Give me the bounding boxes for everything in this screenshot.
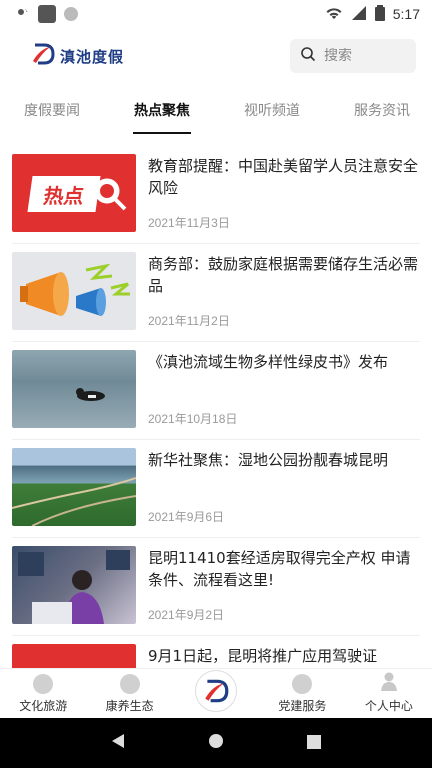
news-date: 2021年9月6日 (148, 510, 225, 524)
news-title: 新华社聚焦：湿地公园扮靓春城昆明 (148, 451, 389, 469)
nav-label: 康养生态 (105, 699, 154, 713)
settings-icon (12, 3, 30, 26)
logo-text: 滇池度假 (60, 47, 125, 66)
app-notification-icon (38, 5, 56, 23)
category-tabs: 度假要闻 热点聚焦 视听频道 服务资讯 (0, 90, 432, 136)
nav-home[interactable] (173, 670, 259, 718)
home-logo-icon (195, 670, 238, 712)
news-thumbnail (12, 350, 136, 428)
health-ecology-icon (119, 674, 140, 694)
person-icon (379, 671, 399, 694)
news-title: 商务部：鼓励家庭根据需要储存生活必需品 (148, 255, 419, 295)
news-date: 2021年10月18日 (148, 412, 238, 426)
news-item[interactable]: 新华社聚焦：湿地公园扮靓春城昆明 2021年9月6日 (12, 440, 420, 538)
news-item[interactable]: 9月1日起，昆明将推广应用驾驶证 (12, 636, 420, 668)
search-input[interactable] (324, 48, 404, 64)
home-icon[interactable] (208, 733, 224, 753)
party-service-icon (292, 674, 313, 694)
status-time: 5:17 (392, 6, 420, 22)
bird-icon (74, 386, 108, 406)
news-thumbnail (12, 448, 136, 526)
nav-culture-tourism[interactable]: 文化旅游 (0, 674, 86, 718)
news-list: 热点 教育部提醒：中国赴美留学人员注意安全风险 2021年11月3日 商务部：鼓… (0, 146, 432, 668)
nav-personal-center[interactable]: 个人中心 (346, 671, 432, 718)
app-header: 滇池度假 (0, 28, 432, 84)
notification-dot-icon (64, 7, 78, 21)
tab-video-channel[interactable]: 视听频道 (244, 90, 300, 136)
wifi-icon (325, 5, 343, 24)
nav-label: 个人中心 (364, 699, 413, 713)
megaphone-icon (16, 263, 132, 328)
status-bar: 5:17 (0, 0, 432, 28)
battery-icon (374, 4, 385, 24)
news-item[interactable]: 《滇池流域生物多样性绿皮书》发布 2021年10月18日 (12, 342, 420, 440)
hot-label: 热点 (27, 176, 101, 212)
back-icon[interactable] (111, 733, 125, 753)
culture-tourism-icon (33, 674, 54, 694)
system-nav-bar (0, 718, 432, 768)
search-icon (300, 46, 316, 66)
logo-icon (30, 41, 56, 71)
news-date: 2021年11月2日 (148, 314, 230, 328)
news-title: 昆明11410套经适房取得完全产权 申请条件、流程看这里! (148, 549, 411, 589)
nav-party-service[interactable]: 党建服务 (259, 674, 345, 718)
nav-label: 党建服务 (278, 699, 327, 713)
news-title: 9月1日起，昆明将推广应用驾驶证 (148, 647, 378, 665)
tab-resort-news[interactable]: 度假要闻 (24, 90, 80, 136)
news-item[interactable]: 热点 教育部提醒：中国赴美留学人员注意安全风险 2021年11月3日 (12, 146, 420, 244)
tab-hot-topics[interactable]: 热点聚焦 (133, 90, 191, 136)
signal-icon (351, 5, 367, 24)
bottom-nav: 文化旅游 康养生态 党建服务 个人中心 (0, 668, 432, 718)
news-item[interactable]: 商务部：鼓励家庭根据需要储存生活必需品 2021年11月2日 (12, 244, 420, 342)
news-thumbnail (12, 546, 136, 624)
news-thumbnail (12, 252, 136, 330)
tab-service-info[interactable]: 服务资讯 (354, 90, 410, 136)
nav-label: 文化旅游 (19, 699, 68, 713)
magnifier-icon (92, 176, 128, 216)
news-title: 教育部提醒：中国赴美留学人员注意安全风险 (148, 157, 419, 197)
office-worker-icon (12, 546, 136, 624)
news-thumbnail (12, 644, 136, 668)
wetland-path-icon (12, 448, 136, 526)
app-logo[interactable]: 滇池度假 (30, 41, 124, 71)
news-date: 2021年11月3日 (148, 216, 230, 230)
news-thumbnail: 热点 (12, 154, 136, 232)
news-date: 2021年9月2日 (148, 608, 225, 622)
news-title: 《滇池流域生物多样性绿皮书》发布 (148, 353, 389, 371)
search-box[interactable] (290, 39, 416, 73)
news-item[interactable]: 昆明11410套经适房取得完全产权 申请条件、流程看这里! 2021年9月2日 (12, 538, 420, 636)
nav-health-ecology[interactable]: 康养生态 (86, 674, 172, 718)
recents-icon[interactable] (306, 734, 321, 753)
